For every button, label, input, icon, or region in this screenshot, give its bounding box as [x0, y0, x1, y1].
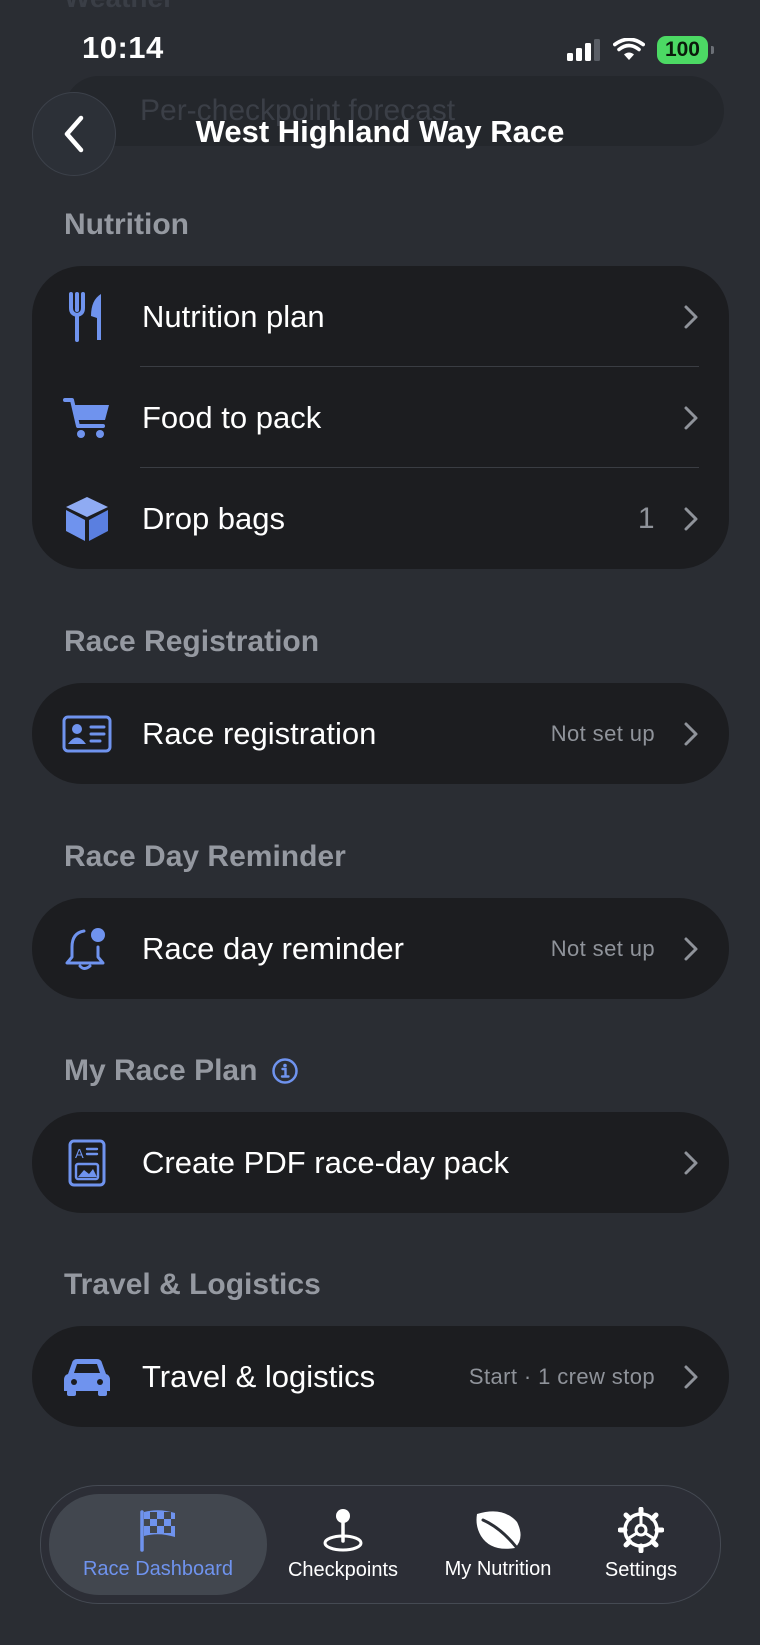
document-icon: A [60, 1136, 114, 1190]
row-value: Not set up [550, 935, 655, 961]
row-label: Race day reminder [142, 930, 404, 966]
fork-knife-icon [60, 290, 114, 344]
section-title-race-plan: My Race Plan [64, 1054, 299, 1088]
tab-race-dashboard[interactable]: Race Dashboard [49, 1494, 267, 1595]
row-value: Not set up [550, 720, 655, 746]
tab-label: Race Dashboard [82, 1558, 234, 1580]
row-label: Food to pack [142, 399, 322, 435]
battery-indicator: 100 [656, 36, 715, 64]
leaf-icon [476, 1511, 521, 1550]
box-icon [60, 492, 114, 546]
row-label: Travel & logistics [142, 1358, 376, 1394]
row-drop-bags[interactable]: Drop bags 1 [32, 468, 729, 569]
bell-icon [60, 922, 114, 976]
status-bar: 10:14 100 [0, 0, 760, 100]
tab-label: Settings [604, 1559, 678, 1581]
tab-bar: Race Dashboard Checkpoints My Nutrition … [40, 1485, 721, 1604]
row-label: Race registration [142, 715, 377, 751]
row-create-pdf[interactable]: A Create PDF race-day pack [32, 1112, 729, 1213]
row-label: Nutrition plan [142, 298, 325, 334]
section-title-nutrition: Nutrition [64, 208, 189, 241]
travel-card: Travel & logistics Start · 1 crew stop [32, 1326, 729, 1427]
section-title-text: My Race Plan [64, 1054, 258, 1087]
tab-my-nutrition[interactable]: My Nutrition [423, 1486, 573, 1603]
chevron-right-icon [684, 305, 698, 328]
row-label: Create PDF race-day pack [142, 1144, 509, 1180]
section-title-travel: Travel & Logistics [64, 1268, 321, 1301]
tab-settings[interactable]: Settings [573, 1486, 709, 1603]
registration-card: Race registration Not set up [32, 683, 729, 784]
id-card-icon [60, 707, 114, 761]
row-value: 1 [637, 501, 655, 535]
car-icon [60, 1350, 114, 1404]
map-pin-icon [323, 1509, 363, 1552]
cart-icon [60, 391, 114, 445]
chevron-right-icon [684, 722, 698, 745]
row-race-registration[interactable]: Race registration Not set up [32, 683, 729, 784]
tab-label: Checkpoints [287, 1559, 399, 1581]
tab-label: My Nutrition [444, 1558, 552, 1580]
chevron-right-icon [684, 507, 698, 530]
svg-text:A: A [75, 1146, 84, 1161]
nutrition-card: Nutrition plan Food to pack Drop bags 1 [32, 266, 729, 569]
chevron-right-icon [684, 937, 698, 960]
page-title: West Highland Way Race [195, 114, 565, 149]
row-food-to-pack[interactable]: Food to pack [32, 367, 729, 468]
status-time: 10:14 [82, 30, 164, 65]
chevron-right-icon [684, 1151, 698, 1174]
row-value: Start · 1 crew stop [468, 1363, 655, 1389]
row-travel-logistics[interactable]: Travel & logistics Start · 1 crew stop [32, 1326, 729, 1427]
reminder-card: Race day reminder Not set up [32, 898, 729, 999]
section-title-reminder: Race Day Reminder [64, 840, 346, 873]
tab-checkpoints[interactable]: Checkpoints [263, 1486, 423, 1603]
gear-icon [618, 1507, 664, 1553]
chevron-right-icon [684, 406, 698, 429]
checkered-flag-icon [140, 1510, 175, 1552]
info-icon[interactable] [271, 1057, 299, 1085]
row-nutrition-plan[interactable]: Nutrition plan [32, 266, 729, 367]
row-race-day-reminder[interactable]: Race day reminder Not set up [32, 898, 729, 999]
row-label: Drop bags [142, 500, 286, 536]
cellular-signal-icon [566, 39, 600, 61]
race-plan-card: A Create PDF race-day pack [32, 1112, 729, 1213]
section-title-registration: Race Registration [64, 625, 320, 658]
chevron-right-icon [684, 1365, 698, 1388]
wifi-icon [612, 38, 645, 60]
